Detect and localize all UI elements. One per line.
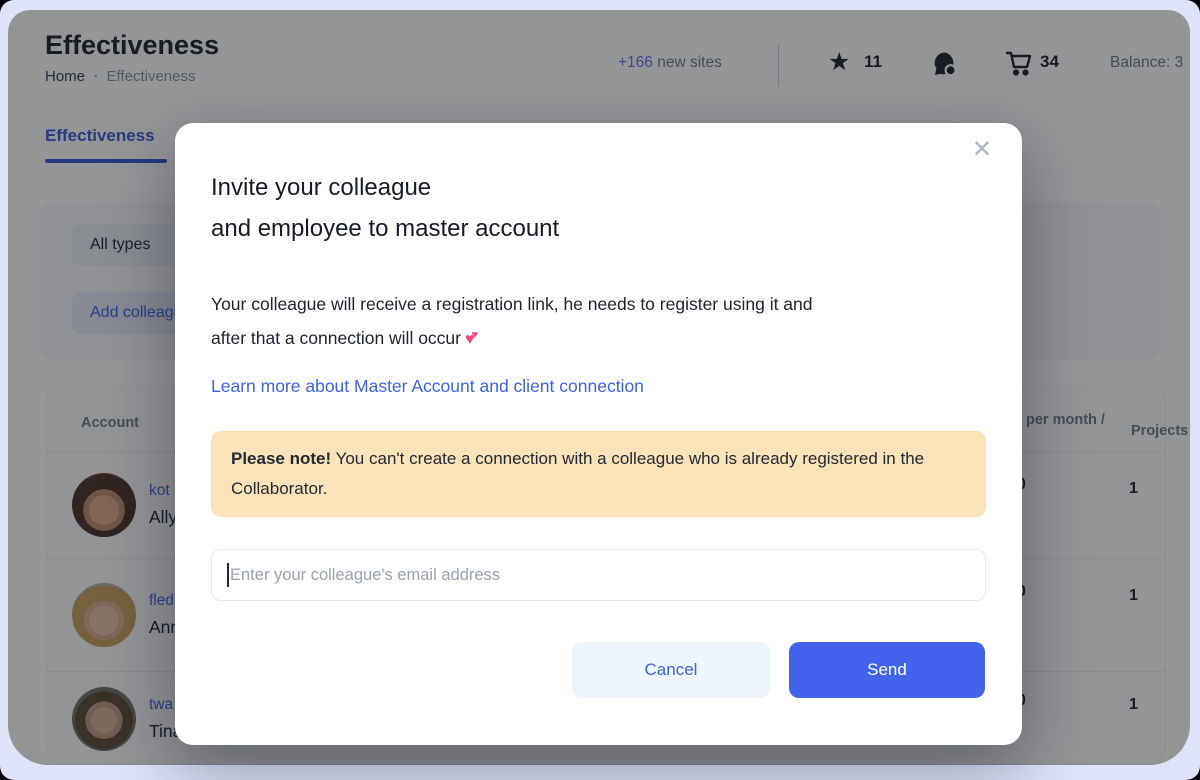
invite-colleague-modal: ✕ Invite your colleague and employee to … (175, 123, 1022, 745)
cancel-button[interactable]: Cancel (572, 642, 770, 698)
revolving-hearts-icon: ♥♥ (465, 328, 478, 348)
warning-note-text: You can't create a connection with a col… (231, 449, 925, 498)
modal-title: Invite your colleague and employee to ma… (211, 174, 560, 242)
send-button[interactable]: Send (789, 642, 985, 698)
email-field-wrapper (211, 549, 986, 601)
close-icon[interactable]: ✕ (966, 137, 998, 163)
app-canvas: Effectiveness Home • Effectiveness +166 … (0, 0, 1200, 780)
learn-more-link[interactable]: Learn more about Master Account and clie… (211, 376, 644, 397)
text-caret (227, 563, 229, 587)
warning-note: Please note! You can't create a connecti… (211, 431, 986, 517)
modal-description: Your colleague will receive a registrati… (211, 294, 813, 348)
email-field[interactable] (211, 549, 986, 601)
warning-note-bold: Please note! (231, 449, 332, 468)
